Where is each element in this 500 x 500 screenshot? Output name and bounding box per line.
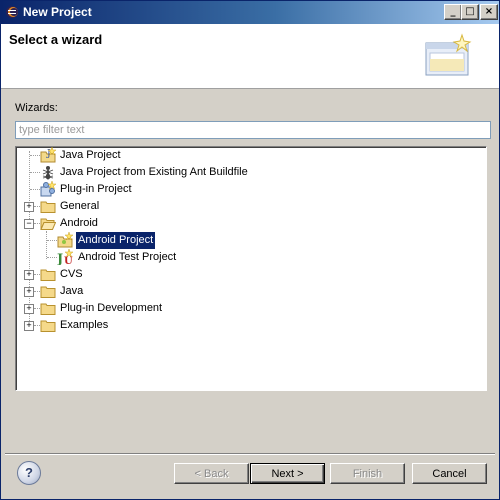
tree-item-java-project[interactable]: J Java Project bbox=[16, 147, 476, 164]
svg-text:J: J bbox=[57, 252, 63, 265]
tree-item-java[interactable]: + Java bbox=[16, 283, 476, 300]
tree-item-cvs[interactable]: + CVS bbox=[16, 266, 476, 283]
tree-item-examples[interactable]: + Examples bbox=[16, 317, 476, 334]
tree-item-android-test-project[interactable]: J U Android Test Project bbox=[16, 249, 476, 266]
tree-item-general[interactable]: + General bbox=[16, 198, 476, 215]
plugin-project-icon bbox=[40, 181, 56, 197]
window-title: New Project bbox=[23, 5, 92, 19]
java-project-icon: J bbox=[40, 147, 56, 163]
close-button[interactable]: × bbox=[480, 4, 498, 20]
page-title: Select a wizard bbox=[9, 32, 103, 47]
folder-icon bbox=[40, 320, 56, 332]
junit-icon: J U bbox=[57, 249, 73, 265]
tree-item-ant-project[interactable]: Java Project from Existing Ant Buildfile bbox=[16, 164, 476, 181]
bottom-divider bbox=[5, 453, 495, 455]
expand-plus-icon[interactable]: + bbox=[24, 202, 34, 212]
expand-plus-icon[interactable]: + bbox=[24, 321, 34, 331]
maximize-button[interactable]: □ bbox=[461, 4, 479, 20]
android-project-icon bbox=[57, 232, 73, 248]
tree-item-label: General bbox=[60, 200, 100, 212]
folder-icon bbox=[40, 269, 56, 281]
filter-input[interactable] bbox=[15, 121, 491, 139]
ant-icon bbox=[42, 166, 54, 180]
tree-item-plugin-development[interactable]: + Plug-in Development bbox=[16, 300, 476, 317]
tree-item-label: CVS bbox=[60, 268, 83, 280]
tree-item-label: Plug-in Development bbox=[60, 302, 163, 314]
tree-item-label: Android bbox=[60, 217, 98, 229]
eclipse-icon bbox=[6, 6, 18, 18]
tree-item-label: Java Project bbox=[60, 149, 121, 161]
tree-item-label: Plug-in Project bbox=[60, 183, 132, 195]
minimize-button[interactable]: _ bbox=[444, 4, 462, 20]
finish-button[interactable]: Finish bbox=[330, 463, 405, 484]
folder-open-icon bbox=[40, 218, 56, 230]
back-button[interactable]: < Back bbox=[174, 463, 249, 484]
tree-item-android-project[interactable]: Android Project bbox=[16, 231, 476, 250]
tree-item-label: Android Test Project bbox=[78, 251, 177, 263]
folder-icon bbox=[40, 303, 56, 315]
next-button[interactable]: Next > bbox=[250, 463, 325, 484]
help-button[interactable]: ? bbox=[17, 461, 41, 485]
tree-item-label: Java Project from Existing Ant Buildfile bbox=[60, 166, 248, 178]
wizard-banner: Select a wizard bbox=[1, 24, 499, 89]
expand-plus-icon[interactable]: + bbox=[24, 270, 34, 280]
new-project-wizard-icon bbox=[425, 33, 472, 76]
expand-plus-icon[interactable]: + bbox=[24, 287, 34, 297]
new-project-dialog: New Project _ □ × Select a wizard Wizard… bbox=[0, 0, 500, 500]
folder-icon bbox=[40, 201, 56, 213]
tree-item-label: Android Project bbox=[74, 231, 157, 250]
expand-plus-icon[interactable]: + bbox=[24, 304, 34, 314]
cancel-button[interactable]: Cancel bbox=[412, 463, 487, 484]
title-bar[interactable]: New Project _ □ × bbox=[1, 1, 499, 24]
tree-item-label: Examples bbox=[60, 319, 109, 331]
wizard-tree[interactable]: J Java Project Java Project from Existin… bbox=[15, 146, 487, 391]
wizards-label: Wizards: bbox=[15, 102, 58, 114]
folder-icon bbox=[40, 286, 56, 298]
tree-item-android[interactable]: − Android bbox=[16, 215, 476, 232]
tree-item-label: Java bbox=[60, 285, 84, 297]
tree-item-plugin-project[interactable]: Plug-in Project bbox=[16, 181, 476, 198]
collapse-minus-icon[interactable]: − bbox=[24, 219, 34, 229]
